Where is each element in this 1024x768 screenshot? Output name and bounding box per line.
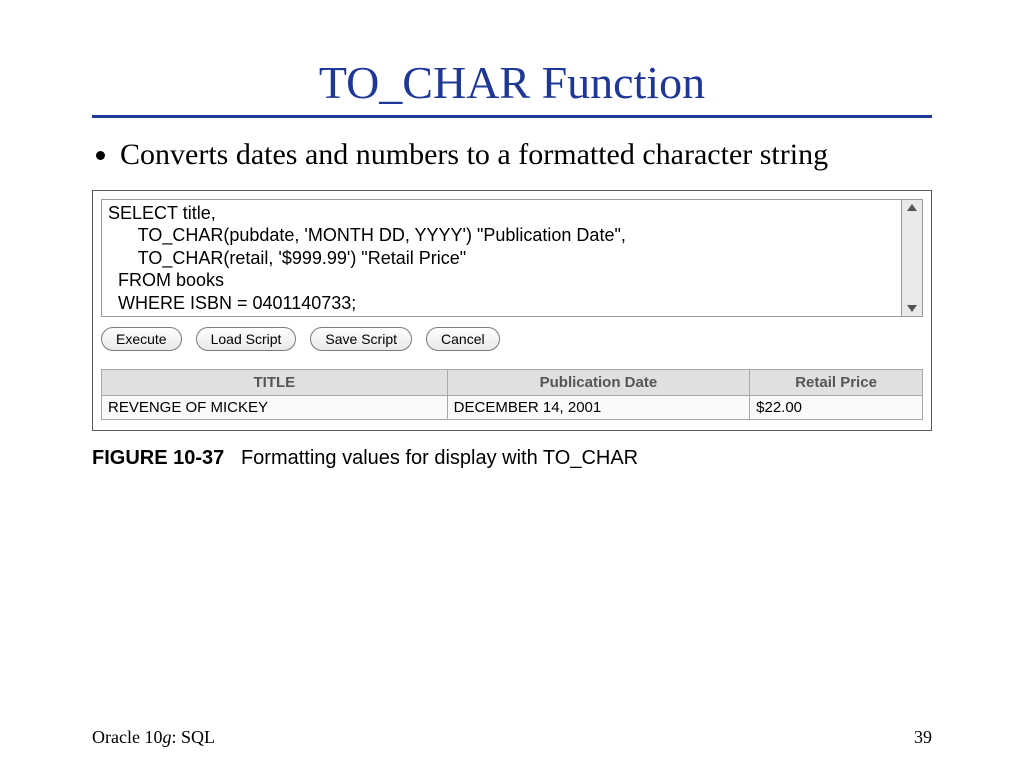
sql-panel: SELECT title, TO_CHAR(pubdate, 'MONTH DD… xyxy=(92,190,932,432)
figure-caption: FIGURE 10-37 Formatting values for displ… xyxy=(92,447,932,470)
load-script-button[interactable]: Load Script xyxy=(196,327,297,351)
bullet-item: Converts dates and numbers to a formatte… xyxy=(120,136,932,174)
table-row: REVENGE OF MICKEY DECEMBER 14, 2001 $22.… xyxy=(102,396,923,420)
figure-text: Formatting values for display with TO_CH… xyxy=(241,447,638,469)
cell-retail: $22.00 xyxy=(750,396,923,420)
title-underline xyxy=(92,115,932,118)
scroll-down-icon[interactable] xyxy=(907,305,917,312)
cell-title: REVENGE OF MICKEY xyxy=(102,396,448,420)
column-header-pubdate: Publication Date xyxy=(447,370,749,396)
footer-product-suffix: : SQL xyxy=(171,727,215,747)
result-table: TITLE Publication Date Retail Price REVE… xyxy=(101,369,923,420)
column-header-retail: Retail Price xyxy=(750,370,923,396)
figure-label: FIGURE 10-37 xyxy=(92,447,224,469)
slide-title: TO_CHAR Function xyxy=(92,56,932,109)
button-row: Execute Load Script Save Script Cancel xyxy=(101,327,923,351)
cell-pubdate: DECEMBER 14, 2001 xyxy=(447,396,749,420)
scroll-up-icon[interactable] xyxy=(907,204,917,211)
scrollbar[interactable] xyxy=(901,199,923,318)
cancel-button[interactable]: Cancel xyxy=(426,327,500,351)
save-script-button[interactable]: Save Script xyxy=(310,327,412,351)
sql-editor: SELECT title, TO_CHAR(pubdate, 'MONTH DD… xyxy=(101,199,923,318)
footer-left: Oracle 10g: SQL xyxy=(92,727,215,748)
table-header-row: TITLE Publication Date Retail Price xyxy=(102,370,923,396)
footer-page-number: 39 xyxy=(914,727,932,748)
execute-button[interactable]: Execute xyxy=(101,327,182,351)
footer-product: Oracle 10 xyxy=(92,727,162,747)
sql-code-text[interactable]: SELECT title, TO_CHAR(pubdate, 'MONTH DD… xyxy=(101,199,901,318)
bullet-list: Converts dates and numbers to a formatte… xyxy=(92,136,932,174)
column-header-title: TITLE xyxy=(102,370,448,396)
